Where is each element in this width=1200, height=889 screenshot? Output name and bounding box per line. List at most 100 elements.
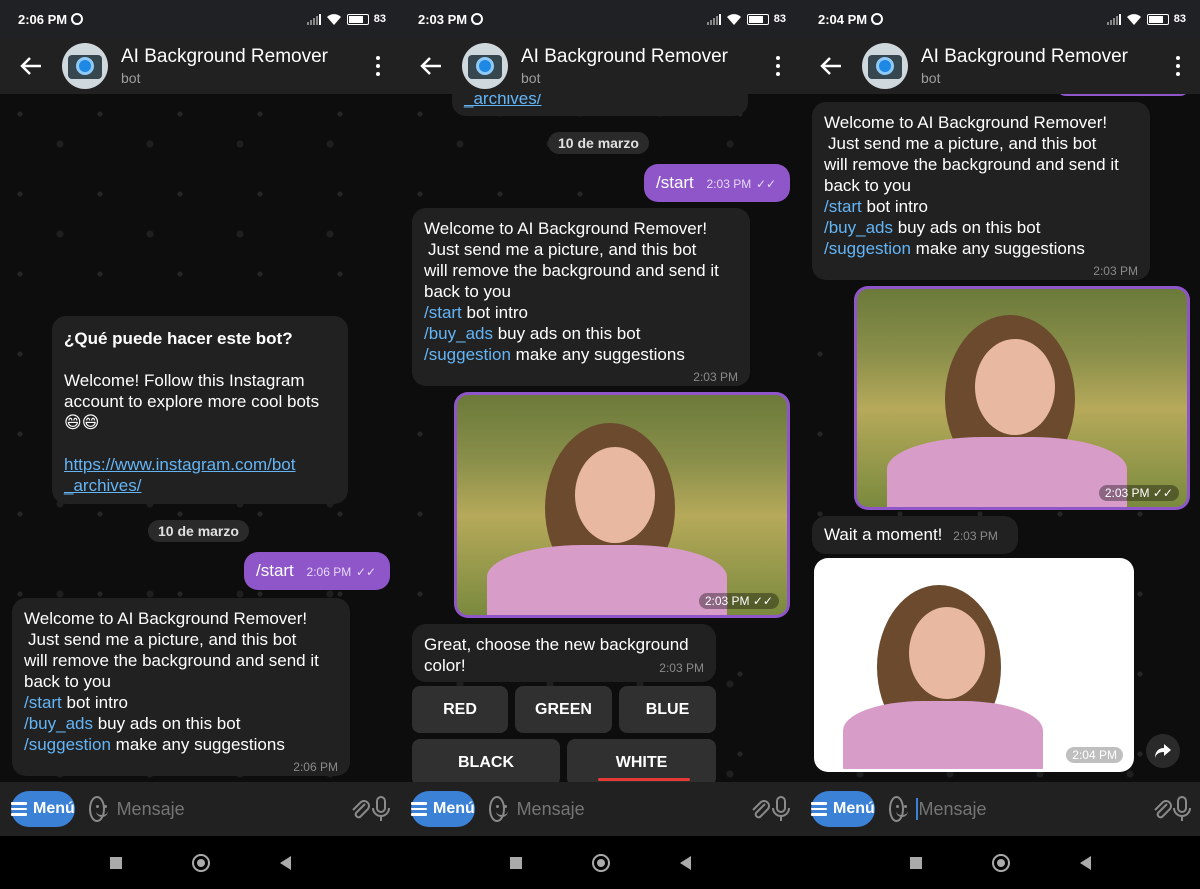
color-button-white[interactable]: WHITE	[567, 739, 716, 782]
color-button-red[interactable]: RED	[412, 686, 508, 733]
recents-button[interactable]	[909, 856, 922, 869]
color-button-green[interactable]: GREEN	[515, 686, 612, 733]
more-options-icon[interactable]	[356, 38, 400, 94]
chat-title-block[interactable]: AI Background Remover bot	[921, 46, 1156, 86]
recents-button[interactable]	[509, 856, 522, 869]
system-nav-bar	[800, 836, 1200, 889]
chat-subtitle: bot	[121, 70, 141, 86]
home-button[interactable]	[991, 853, 1010, 872]
menu-button[interactable]: Menú	[411, 791, 475, 827]
chat-subtitle: bot	[521, 70, 541, 86]
message-input[interactable]	[516, 798, 749, 820]
command-suggestion[interactable]: /suggestion	[24, 735, 111, 754]
bot-info-card: _archives/	[452, 94, 748, 116]
command-suggestion[interactable]: /suggestion	[824, 239, 911, 258]
status-bar: 2:03 PM 83	[400, 0, 800, 38]
battery-level: 83	[1173, 13, 1186, 25]
sent-photo-message[interactable]: 2:03 PM ✓✓	[854, 286, 1190, 510]
chat-subtitle: bot	[921, 70, 941, 86]
battery-level: 83	[373, 13, 386, 25]
more-options-icon[interactable]	[756, 38, 800, 94]
sent-photo-message[interactable]: 2:03 PM ✓✓	[454, 392, 790, 618]
microphone-icon[interactable]	[771, 789, 792, 829]
attach-icon[interactable]	[749, 789, 771, 829]
command-buy-ads[interactable]: /buy_ads	[424, 324, 493, 343]
bot-info-title: ¿Qué puede hacer este bot?	[64, 329, 293, 348]
attach-icon[interactable]	[349, 789, 371, 829]
recents-button[interactable]	[109, 856, 122, 869]
message-input-bar: Menú	[800, 782, 1200, 836]
message-input-bar: Menú	[400, 782, 800, 836]
message-text: /start	[256, 561, 294, 580]
phone-screen-3: 2:04 PM 83 AI Background Remover bot Wel…	[800, 0, 1200, 889]
microphone-icon[interactable]	[1173, 789, 1193, 829]
chat-title-block[interactable]: AI Background Remover bot	[521, 46, 756, 86]
signal-icon	[706, 13, 721, 25]
signal-icon	[1106, 13, 1121, 25]
message-time: 2:03 PM ✓✓	[1098, 485, 1179, 501]
bot-avatar[interactable]	[862, 43, 908, 89]
message-list[interactable]: Welcome to AI Background Remover! Just s…	[800, 94, 1200, 782]
message-input[interactable]	[918, 798, 1151, 820]
message-list[interactable]: ¿Qué puede hacer este bot? Welcome! Foll…	[0, 94, 400, 782]
bot-info-emoji: 😄😄	[64, 413, 100, 432]
chat-title-block[interactable]: AI Background Remover bot	[121, 46, 356, 86]
menu-icon	[11, 802, 27, 816]
color-button-blue[interactable]: BLUE	[619, 686, 716, 733]
emoji-icon[interactable]	[888, 796, 908, 822]
result-photo-message[interactable]: 2:04 PM	[814, 558, 1134, 772]
microphone-icon[interactable]	[371, 789, 392, 829]
instagram-link-line-1[interactable]: https://www.instagram.com/bot	[64, 455, 295, 474]
arrow-left-icon	[420, 57, 441, 75]
emoji-icon[interactable]	[88, 796, 108, 822]
more-options-icon[interactable]	[1156, 38, 1200, 94]
home-button[interactable]	[591, 853, 610, 872]
choose-color-message: Great, choose the new background color! …	[412, 624, 716, 682]
command-start[interactable]: /start	[24, 693, 62, 712]
command-suggestion[interactable]: /suggestion	[424, 345, 511, 364]
instagram-link-line-2[interactable]: _archives/	[64, 476, 141, 495]
message-time: 2:03 PM	[659, 661, 704, 675]
message-time: 2:06 PM	[293, 760, 338, 774]
arrow-left-icon	[820, 57, 841, 75]
chat-title: AI Background Remover	[521, 46, 728, 67]
message-time: 2:03 PM	[693, 370, 738, 384]
system-nav-bar	[0, 836, 400, 889]
date-separator: 10 de marzo	[148, 520, 249, 542]
outgoing-message: /start 2:03 PM ✓✓	[644, 164, 790, 202]
battery-icon	[1146, 13, 1169, 25]
back-button[interactable]	[0, 38, 62, 94]
message-input[interactable]	[116, 798, 349, 820]
alarm-icon	[71, 13, 84, 25]
menu-icon	[411, 802, 427, 816]
menu-button[interactable]: Menú	[811, 791, 875, 827]
back-button[interactable]	[800, 38, 862, 94]
message-list[interactable]: _archives/ 10 de marzo /start 2:03 PM ✓✓…	[400, 94, 800, 782]
clock-time: 2:04 PM	[818, 11, 868, 27]
back-nav-button[interactable]	[279, 855, 291, 870]
phone-screen-1: 2:06 PM 83 AI Background Remover bot ¿Qu…	[0, 0, 400, 889]
bot-info-card: ¿Qué puede hacer este bot? Welcome! Foll…	[52, 316, 348, 504]
wifi-icon	[326, 13, 341, 25]
bot-avatar[interactable]	[62, 43, 108, 89]
home-button[interactable]	[191, 853, 210, 872]
back-nav-button[interactable]	[679, 855, 691, 870]
alarm-icon	[871, 13, 884, 25]
chat-header: AI Background Remover bot	[400, 38, 800, 94]
back-button[interactable]	[400, 38, 462, 94]
attach-icon[interactable]	[1151, 789, 1173, 829]
color-button-black[interactable]: BLACK	[412, 739, 560, 782]
forward-button[interactable]	[1146, 734, 1180, 768]
menu-button[interactable]: Menú	[11, 791, 75, 827]
emoji-icon[interactable]	[488, 796, 508, 822]
instagram-link-line-2[interactable]: _archives/	[464, 94, 541, 108]
back-nav-button[interactable]	[1079, 855, 1091, 870]
chat-header: AI Background Remover bot	[800, 38, 1200, 94]
command-buy-ads[interactable]: /buy_ads	[24, 714, 93, 733]
command-buy-ads[interactable]: /buy_ads	[824, 218, 893, 237]
bot-avatar[interactable]	[462, 43, 508, 89]
command-start[interactable]: /start	[824, 197, 862, 216]
clock-time: 2:06 PM	[18, 11, 68, 27]
command-start[interactable]: /start	[424, 303, 462, 322]
outgoing-message-edge	[1056, 94, 1190, 96]
